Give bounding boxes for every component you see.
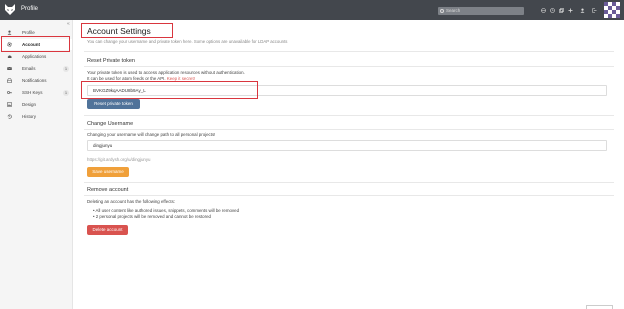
delete-account-button[interactable]: Delete account bbox=[87, 225, 128, 235]
remove-account-heading: Remove account bbox=[87, 187, 129, 193]
token-usage-prefix: It can be used for atom feeds or the API… bbox=[87, 76, 166, 81]
reset-token-button[interactable]: Reset private token bbox=[87, 99, 140, 109]
divider bbox=[84, 129, 614, 130]
user-icon[interactable] bbox=[580, 8, 585, 13]
change-username-heading: Change Username bbox=[87, 121, 134, 127]
key-icon bbox=[7, 91, 12, 94]
sidebar-item-label: Design bbox=[22, 102, 37, 107]
sidebar-item-applications[interactable]: Applications bbox=[0, 51, 72, 62]
user-icon bbox=[7, 30, 12, 35]
page-subtitle: You can change your username and private… bbox=[87, 39, 288, 44]
sidebar-item-label: History bbox=[22, 114, 37, 119]
cloud-icon bbox=[7, 55, 12, 58]
logout-icon[interactable] bbox=[592, 8, 597, 13]
username-description: Changing your username will change path … bbox=[87, 132, 216, 137]
save-username-button[interactable]: Save username bbox=[87, 167, 129, 177]
page-title: Account Settings bbox=[87, 26, 151, 36]
keep-secret-warning: Keep it secret! bbox=[166, 76, 195, 81]
plus-icon[interactable] bbox=[568, 8, 573, 13]
divider bbox=[84, 182, 614, 183]
username-path-hint: https://git.ardysh.org/u/dingjunyu bbox=[87, 157, 151, 162]
sidebar-item-label: Profile bbox=[22, 30, 35, 35]
sidebar-item-label: SSH Keys bbox=[22, 90, 43, 95]
avatar[interactable] bbox=[604, 2, 620, 18]
sidebar-item-label: Account bbox=[22, 42, 40, 47]
sidebar-item-account[interactable]: Account bbox=[0, 39, 72, 50]
sidebar-item-label: Notifications bbox=[22, 78, 47, 83]
fox-logo-icon[interactable] bbox=[4, 3, 16, 16]
horizontal-scrollbar[interactable] bbox=[586, 305, 613, 309]
sidebar-item-label: Emails bbox=[22, 66, 36, 71]
sidebar-item-emails[interactable]: Emails 1 bbox=[0, 63, 72, 74]
username-input[interactable]: dingjunyu bbox=[87, 140, 607, 151]
inbox-icon bbox=[7, 78, 12, 83]
divider bbox=[84, 51, 614, 52]
emails-count-badge: 1 bbox=[63, 65, 69, 72]
divider bbox=[84, 195, 614, 196]
sidebar-item-ssh-keys[interactable]: SSH Keys 1 bbox=[0, 87, 72, 98]
sidebar-item-notifications[interactable]: Notifications bbox=[0, 75, 72, 86]
history-icon bbox=[7, 114, 12, 119]
sidebar: « Profile Account Applications Emails 1 … bbox=[0, 20, 73, 309]
sidebar-item-design[interactable]: Design bbox=[0, 99, 72, 110]
sidebar-item-history[interactable]: History bbox=[0, 111, 72, 122]
envelope-icon bbox=[7, 66, 12, 70]
reset-token-heading: Reset Private token bbox=[87, 58, 135, 64]
remove-effect-item: • 2 personal projects will be removed an… bbox=[93, 214, 211, 219]
search-placeholder: Search bbox=[446, 8, 461, 13]
divider bbox=[84, 66, 614, 67]
sidebar-item-label: Applications bbox=[22, 54, 47, 59]
remove-description: Deleting an account has the following ef… bbox=[87, 199, 176, 204]
remove-effect-item: • All user content like authored issues,… bbox=[93, 208, 240, 213]
token-description: Your private token is used to access app… bbox=[87, 70, 245, 75]
top-navbar: Profile Search bbox=[0, 0, 624, 20]
divider bbox=[84, 115, 614, 116]
globe-icon[interactable] bbox=[541, 8, 546, 13]
clock-icon[interactable] bbox=[550, 8, 555, 13]
search-icon bbox=[440, 8, 444, 13]
image-icon bbox=[7, 102, 12, 107]
sidebar-item-profile[interactable]: Profile bbox=[0, 27, 72, 38]
token-usage-text: It can be used for atom feeds or the API… bbox=[87, 76, 195, 81]
search-input[interactable]: Search bbox=[438, 7, 524, 15]
ssh-keys-count-badge: 1 bbox=[63, 89, 69, 96]
gear-icon bbox=[7, 42, 12, 47]
app-title: Profile bbox=[21, 6, 39, 12]
private-token-field[interactable]: BVKGZ9kqAADU8b9Ay_L bbox=[87, 85, 607, 96]
copy-icon[interactable] bbox=[559, 8, 564, 13]
